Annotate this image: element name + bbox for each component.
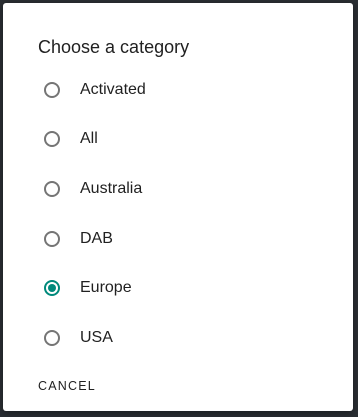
radio-unchecked-icon[interactable]: [44, 230, 60, 247]
dialog-title: Choose a category: [38, 37, 190, 57]
radio-unchecked-icon[interactable]: [44, 180, 60, 197]
radio-checked-icon[interactable]: [44, 280, 60, 297]
radio-unchecked-icon[interactable]: [44, 329, 60, 346]
option-label: DAB: [80, 229, 113, 247]
option-europe[interactable]: Europe: [3, 263, 353, 313]
option-label: All: [80, 130, 98, 148]
cancel-button[interactable]: CANCEL: [38, 379, 96, 393]
option-label: USA: [80, 328, 113, 346]
radio-unchecked-icon[interactable]: [44, 131, 60, 148]
category-dialog: Choose a category Activated All Australi…: [3, 3, 353, 411]
option-dab[interactable]: DAB: [3, 214, 353, 264]
option-label: Activated: [80, 80, 146, 98]
option-usa[interactable]: USA: [3, 313, 353, 363]
option-activated[interactable]: Activated: [3, 65, 353, 115]
radio-unchecked-icon[interactable]: [44, 81, 60, 98]
option-label: Europe: [80, 279, 132, 297]
option-all[interactable]: All: [3, 115, 353, 165]
option-label: Australia: [80, 179, 143, 197]
option-australia[interactable]: Australia: [3, 164, 353, 214]
category-radio-group: Activated All Australia DAB Europe USA: [3, 65, 353, 363]
